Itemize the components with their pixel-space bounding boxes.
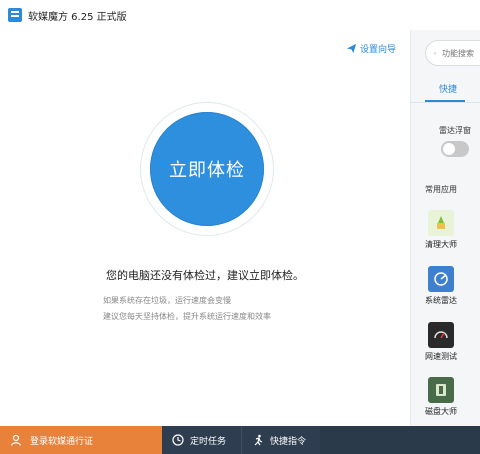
search-icon	[434, 52, 436, 54]
title-bar: 软媒魔方 6.25 正式版	[0, 0, 480, 30]
broom-icon	[428, 210, 454, 236]
tool-label: 系统雷达	[425, 296, 457, 305]
tool-speedtest[interactable]: 网速测试	[421, 322, 461, 362]
toggle-knob	[443, 143, 455, 155]
tool-disk[interactable]: 磁盘大师	[421, 377, 461, 417]
paper-plane-icon	[346, 43, 357, 54]
tab-quick[interactable]: 快捷	[439, 82, 457, 95]
scheduled-task-button[interactable]: 定时任务	[162, 426, 242, 454]
common-apps-heading: 常用应用	[425, 185, 457, 194]
tool-label: 清理大师	[425, 240, 457, 249]
search-input[interactable]	[440, 47, 480, 59]
disk-icon	[428, 377, 454, 403]
tool-radar[interactable]: 系统雷达	[421, 266, 461, 306]
quick-command-button[interactable]: 快捷指令	[242, 426, 320, 454]
speedometer-icon	[428, 322, 454, 348]
tool-cleaner[interactable]: 清理大师	[421, 210, 461, 250]
hint-line-1: 如果系统存在垃圾，运行速度会变慢	[103, 296, 231, 305]
tool-label: 磁盘大师	[425, 407, 457, 416]
radar-icon	[428, 266, 454, 292]
tab-active-indicator	[425, 100, 465, 102]
search-box[interactable]	[425, 40, 480, 66]
clock-icon	[172, 434, 184, 446]
radar-float-toggle[interactable]	[441, 141, 469, 157]
user-icon	[10, 434, 22, 446]
quick-command-label: 快捷指令	[270, 436, 307, 447]
radar-float-label: 雷达浮窗	[439, 126, 471, 135]
scheduled-task-label: 定时任务	[190, 436, 227, 447]
hint-line-2: 建议您每天坚持体检，提升系统运行速度和效率	[103, 312, 271, 321]
tool-label: 网速测试	[425, 352, 457, 361]
setup-guide-label: 设置向导	[359, 45, 396, 55]
check-status-text: 您的电脑还没有体检过，建议立即体检。	[106, 269, 304, 282]
app-title: 软媒魔方 6.25 正式版	[28, 11, 127, 23]
check-now-label: 立即体检	[169, 160, 245, 181]
main-panel: 设置向导 立即体检 您的电脑还没有体检过，建议立即体检。 如果系统存在垃圾，运行…	[0, 30, 410, 426]
bottom-bar: 登录软媒通行证 定时任务 快捷指令	[0, 426, 480, 454]
app-logo-icon	[8, 8, 22, 22]
login-button[interactable]: 登录软媒通行证	[0, 426, 162, 454]
sidebar: 快捷 雷达浮窗 常用应用 清理大师 系统雷达 网速测试 磁盘大师	[410, 30, 480, 426]
tab-divider	[411, 102, 480, 103]
running-man-icon	[254, 434, 263, 446]
check-now-button[interactable]: 立即体检	[150, 112, 264, 226]
login-label: 登录软媒通行证	[30, 436, 94, 447]
setup-guide-link[interactable]: 设置向导	[346, 42, 396, 55]
